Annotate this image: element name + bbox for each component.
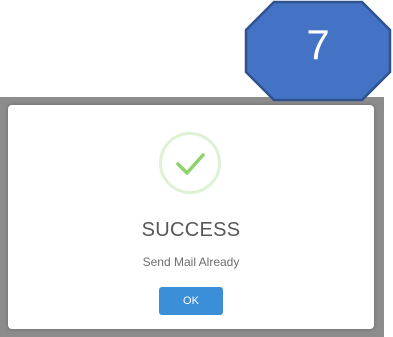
step-badge: 7 [244, 0, 392, 102]
dialog-title: SUCCESS [141, 219, 241, 241]
checkmark-icon [176, 153, 205, 175]
dialog-message: Send Mail Already [142, 255, 240, 269]
step-number: 7 [306, 21, 330, 68]
ok-button[interactable]: OK [159, 287, 223, 315]
checkmark-circle-icon [159, 132, 221, 194]
screen: SUCCESS Send Mail Already OK 7 [0, 0, 393, 337]
success-dialog: SUCCESS Send Mail Already OK [8, 105, 374, 329]
